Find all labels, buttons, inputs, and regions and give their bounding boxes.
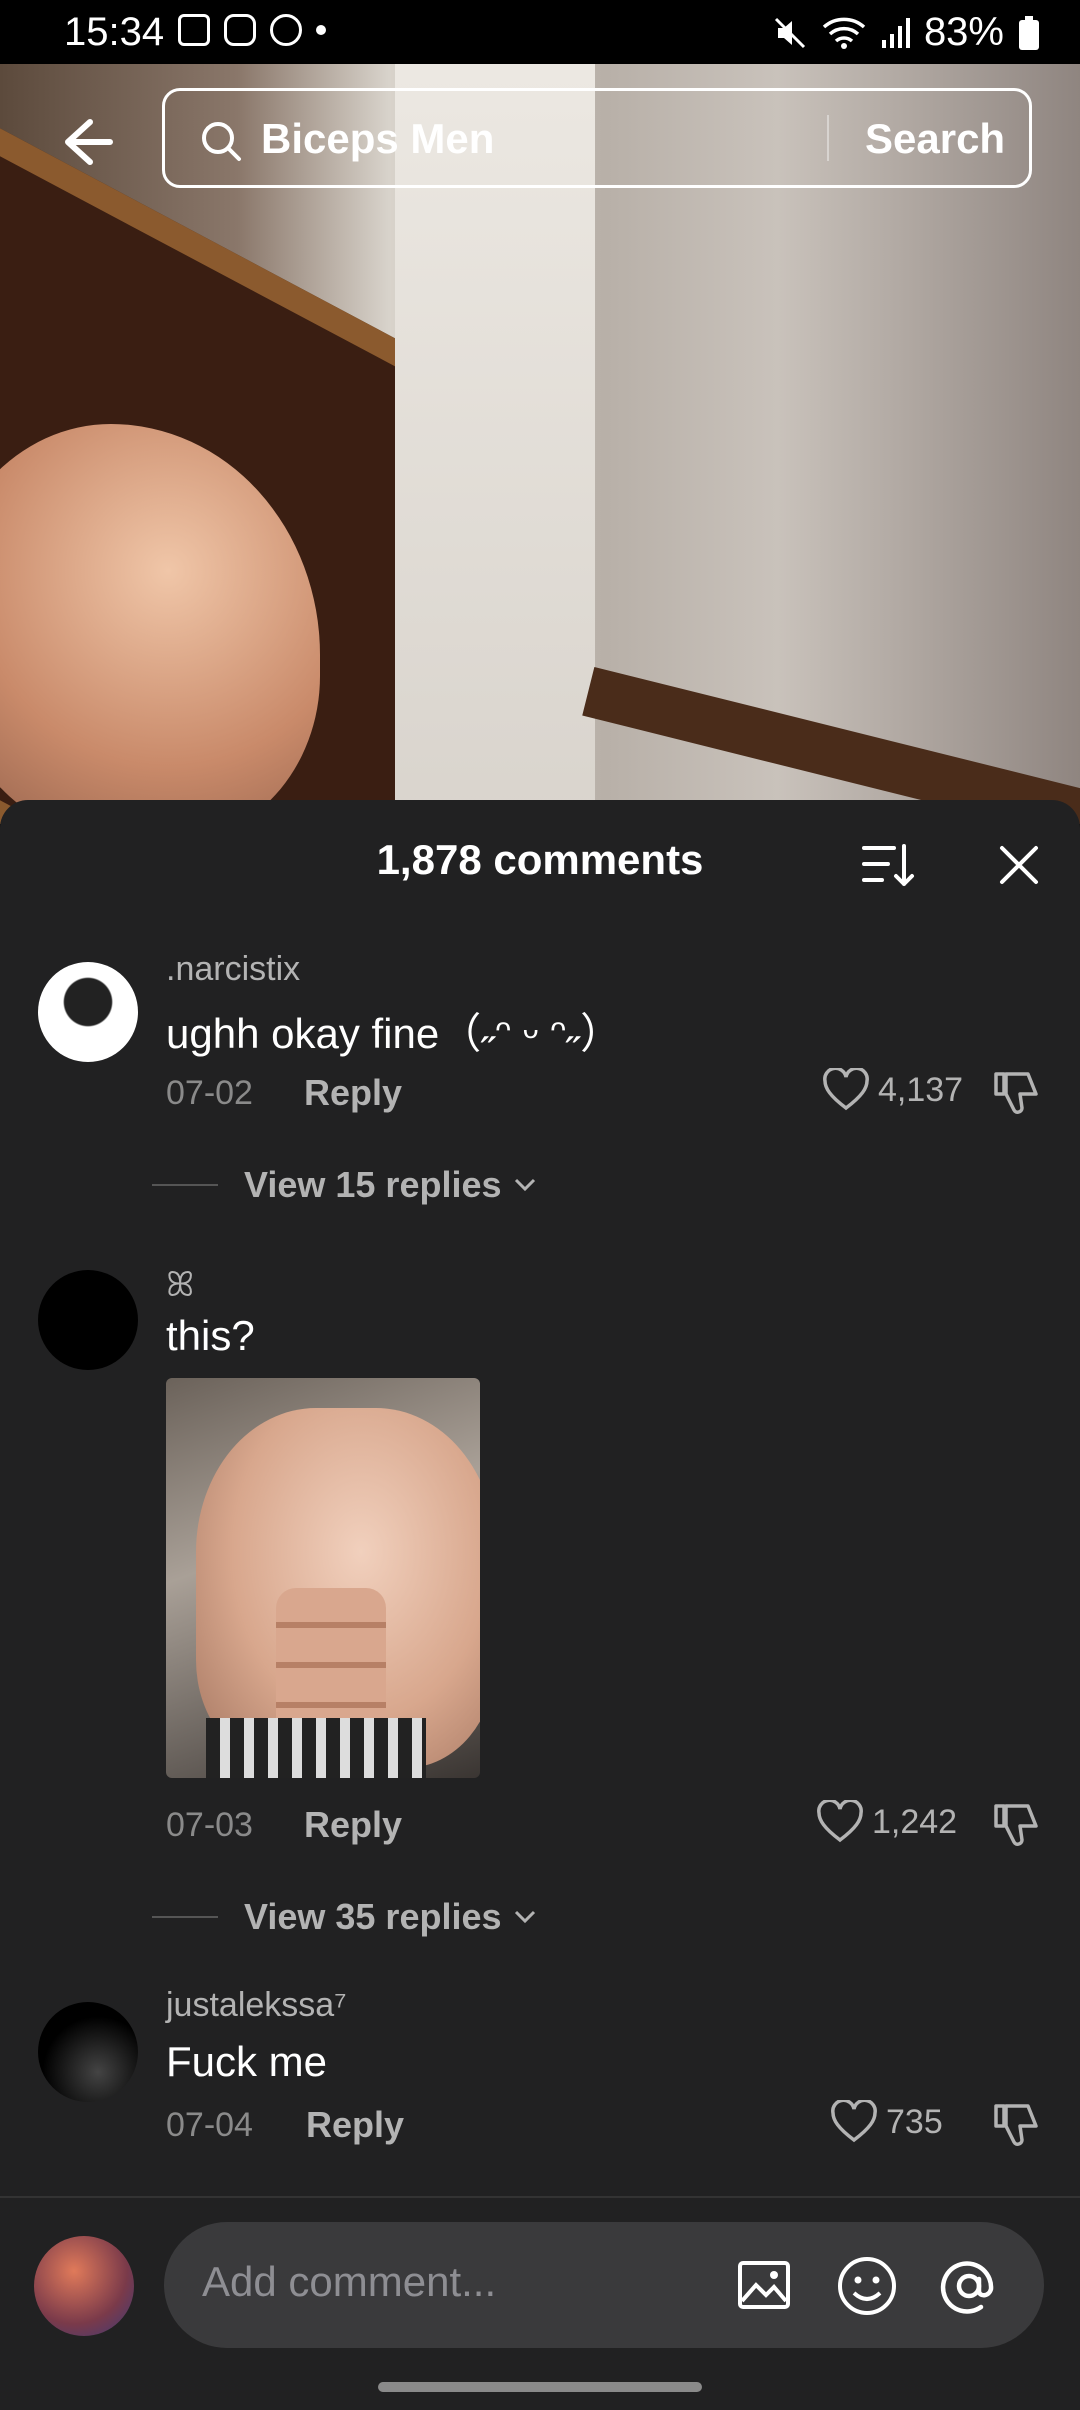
comment-image[interactable] xyxy=(166,1378,480,1778)
battery-percent: 83% xyxy=(923,10,1004,54)
more-notifications-icon xyxy=(316,25,326,35)
close-icon[interactable] xyxy=(998,844,1040,886)
search-bar[interactable]: Biceps Men Search xyxy=(162,88,1032,188)
view-replies-button[interactable]: View 35 replies xyxy=(244,1896,536,1938)
chevron-down-icon xyxy=(514,1178,535,1192)
comment-text: ughh okay fine（˶ᵔ ᵕ ᵔ˶） xyxy=(166,1010,623,1057)
heart-icon xyxy=(817,1800,863,1843)
commenter-avatar[interactable] xyxy=(38,2002,138,2102)
like-count: 735 xyxy=(886,2102,943,2141)
comment-date: 07-03 xyxy=(166,1806,253,1844)
image-picker-icon[interactable] xyxy=(734,2255,794,2315)
comment-text: Fuck me xyxy=(166,2038,328,2085)
comment-username[interactable]: ꕤ xyxy=(166,1266,194,1305)
sort-icon[interactable] xyxy=(862,840,916,890)
image-abs xyxy=(276,1588,386,1738)
back-arrow-icon[interactable] xyxy=(56,112,116,172)
comments-count-title: 1,878 comments xyxy=(376,836,704,883)
signal-icon xyxy=(881,17,910,48)
reply-button[interactable]: Reply xyxy=(306,2104,404,2146)
system-icons: 83% xyxy=(772,10,1040,55)
like-button[interactable]: 4,137 xyxy=(822,1068,963,1112)
mute-icon xyxy=(774,17,805,48)
like-count: 1,242 xyxy=(872,1802,958,1841)
search-icon xyxy=(202,122,241,161)
comments-sheet: 1,878 comments .narcistix ughh okay fine… xyxy=(0,800,1080,2408)
commenter-avatar[interactable] xyxy=(38,1270,138,1370)
replies-divider xyxy=(152,1916,218,1918)
status-bar: 15:34 83% xyxy=(0,0,1080,64)
like-button[interactable]: 735 xyxy=(830,2100,943,2144)
emoji-icon[interactable] xyxy=(836,2255,898,2317)
heart-icon xyxy=(823,1068,869,1111)
like-button[interactable]: 1,242 xyxy=(816,1800,957,1844)
comment-composer: Add comment... xyxy=(0,2196,1080,2410)
comment-text: this? xyxy=(166,1312,255,1359)
comment-input-placeholder: Add comment... xyxy=(202,2258,497,2305)
chevron-down-icon xyxy=(514,1910,535,1924)
message-notification-icon xyxy=(270,14,302,46)
comment-date: 07-04 xyxy=(166,2106,253,2144)
dislike-icon[interactable] xyxy=(992,1070,1042,1120)
view-replies-button[interactable]: View 15 replies xyxy=(244,1164,536,1206)
status-time: 15:34 xyxy=(64,10,165,54)
dislike-icon[interactable] xyxy=(992,1802,1042,1852)
heart-icon xyxy=(831,2100,877,2143)
comment-input[interactable]: Add comment... xyxy=(164,2222,1044,2348)
instagram-notification-icon xyxy=(224,14,256,46)
battery-icon xyxy=(1019,15,1039,50)
image-shorts xyxy=(206,1718,426,1778)
commenter-avatar[interactable] xyxy=(38,962,138,1062)
notification-icons xyxy=(178,14,326,46)
wifi-icon xyxy=(822,17,866,49)
dislike-icon[interactable] xyxy=(992,2102,1042,2152)
replies-divider xyxy=(152,1184,218,1186)
home-gesture-bar xyxy=(378,2382,702,2392)
gallery-notification-icon xyxy=(178,14,210,46)
my-avatar[interactable] xyxy=(34,2236,134,2336)
comment-username[interactable]: .narcistix xyxy=(166,950,300,989)
reply-button[interactable]: Reply xyxy=(304,1072,402,1114)
search-button[interactable]: Search xyxy=(865,115,1005,163)
view-replies-label: View 35 replies xyxy=(244,1896,502,1937)
view-replies-label: View 15 replies xyxy=(244,1164,502,1205)
reply-button[interactable]: Reply xyxy=(304,1804,402,1846)
mention-icon[interactable] xyxy=(938,2255,1000,2317)
comment-date: 07-02 xyxy=(166,1074,253,1112)
search-divider xyxy=(827,115,829,161)
comment-username[interactable]: justalekssa⁷ xyxy=(166,1986,347,2025)
like-count: 4,137 xyxy=(878,1070,964,1109)
search-query[interactable]: Biceps Men xyxy=(261,115,494,163)
